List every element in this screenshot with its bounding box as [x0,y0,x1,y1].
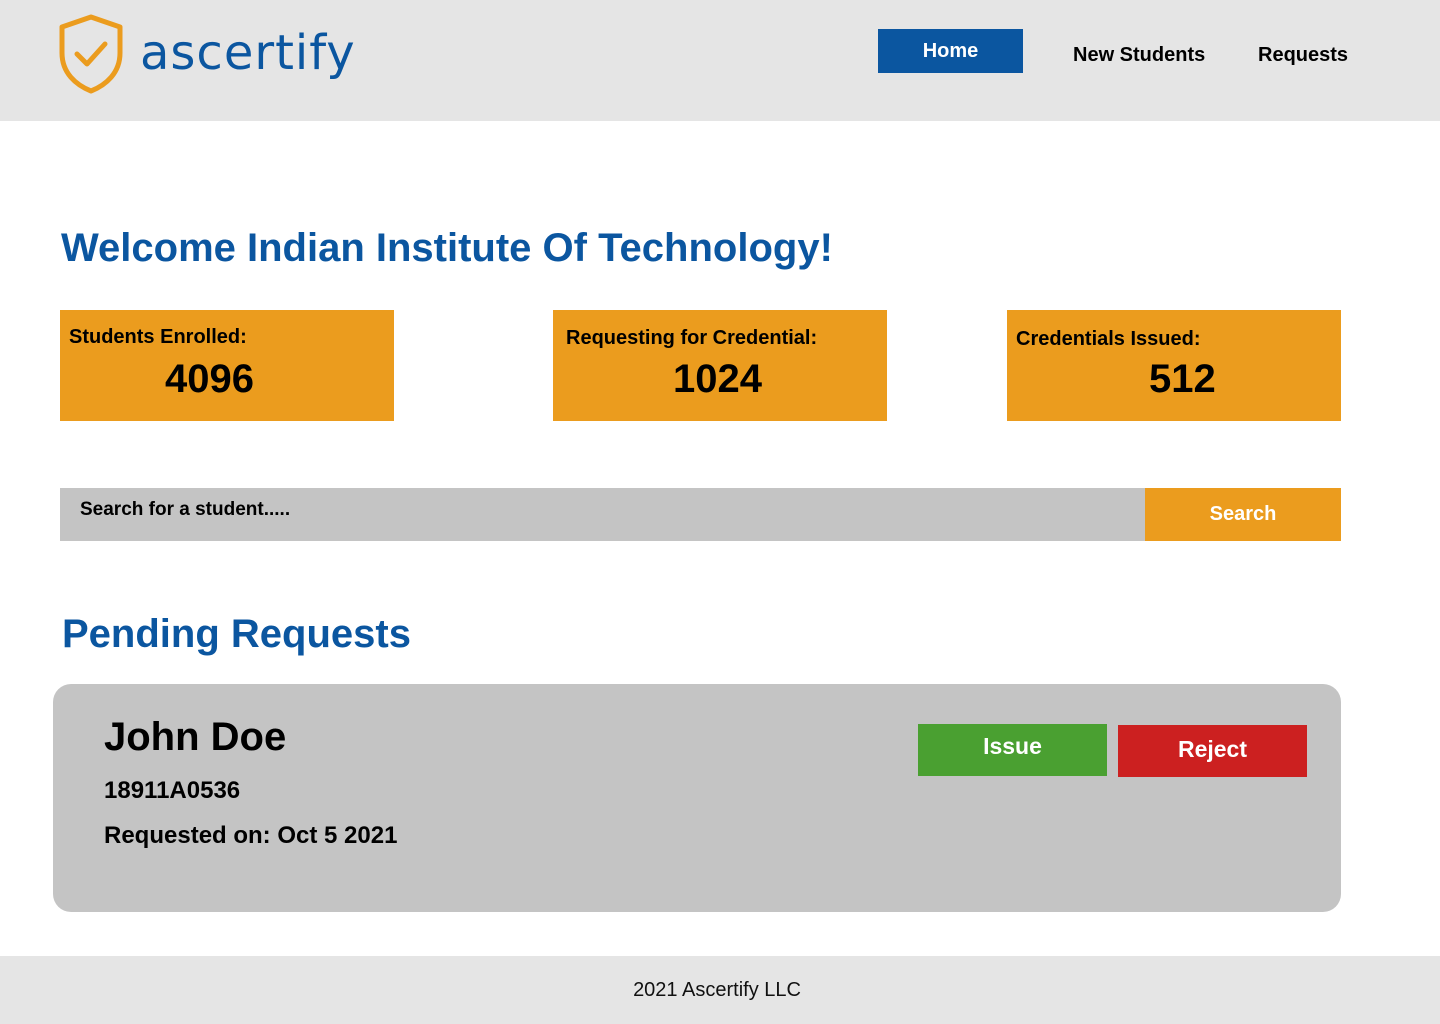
stat-card-credentials-issued: Credentials Issued: 512 [1007,310,1341,421]
search-input[interactable] [60,488,1145,541]
pending-requests-title: Pending Requests [62,612,411,656]
request-card: John Doe 18911A0536 Requested on: Oct 5 … [53,684,1341,912]
stat-value: 512 [1149,357,1216,401]
issue-button[interactable]: Issue [918,724,1107,776]
stat-card-students-enrolled: Students Enrolled: 4096 [60,310,394,421]
nav-requests-link[interactable]: Requests [1258,42,1348,68]
header: ascertify Home New Students Requests [0,0,1440,121]
request-student-name: John Doe [104,715,287,759]
request-student-id: 18911A0536 [104,777,241,804]
nav-home-button[interactable]: Home [878,29,1023,73]
reject-button[interactable]: Reject [1118,725,1307,777]
search-button[interactable]: Search [1145,488,1341,541]
stat-value: 4096 [165,357,254,401]
shield-check-icon [59,14,123,94]
footer: 2021 Ascertify LLC [0,956,1440,1024]
nav-new-students-link[interactable]: New Students [1073,42,1205,68]
stat-card-requesting-credential: Requesting for Credential: 1024 [553,310,887,421]
page-title: Welcome Indian Institute Of Technology! [61,226,833,270]
logo-text: ascertify [140,25,356,81]
stat-label: Requesting for Credential: [566,327,818,349]
footer-copyright: 2021 Ascertify LLC [633,979,801,1001]
search-bar [60,488,1145,541]
logo[interactable]: ascertify [56,13,356,95]
stat-label: Students Enrolled: [69,326,247,348]
stat-value: 1024 [673,357,762,401]
request-date: Requested on: Oct 5 2021 [104,822,398,849]
stat-label: Credentials Issued: [1016,328,1201,350]
